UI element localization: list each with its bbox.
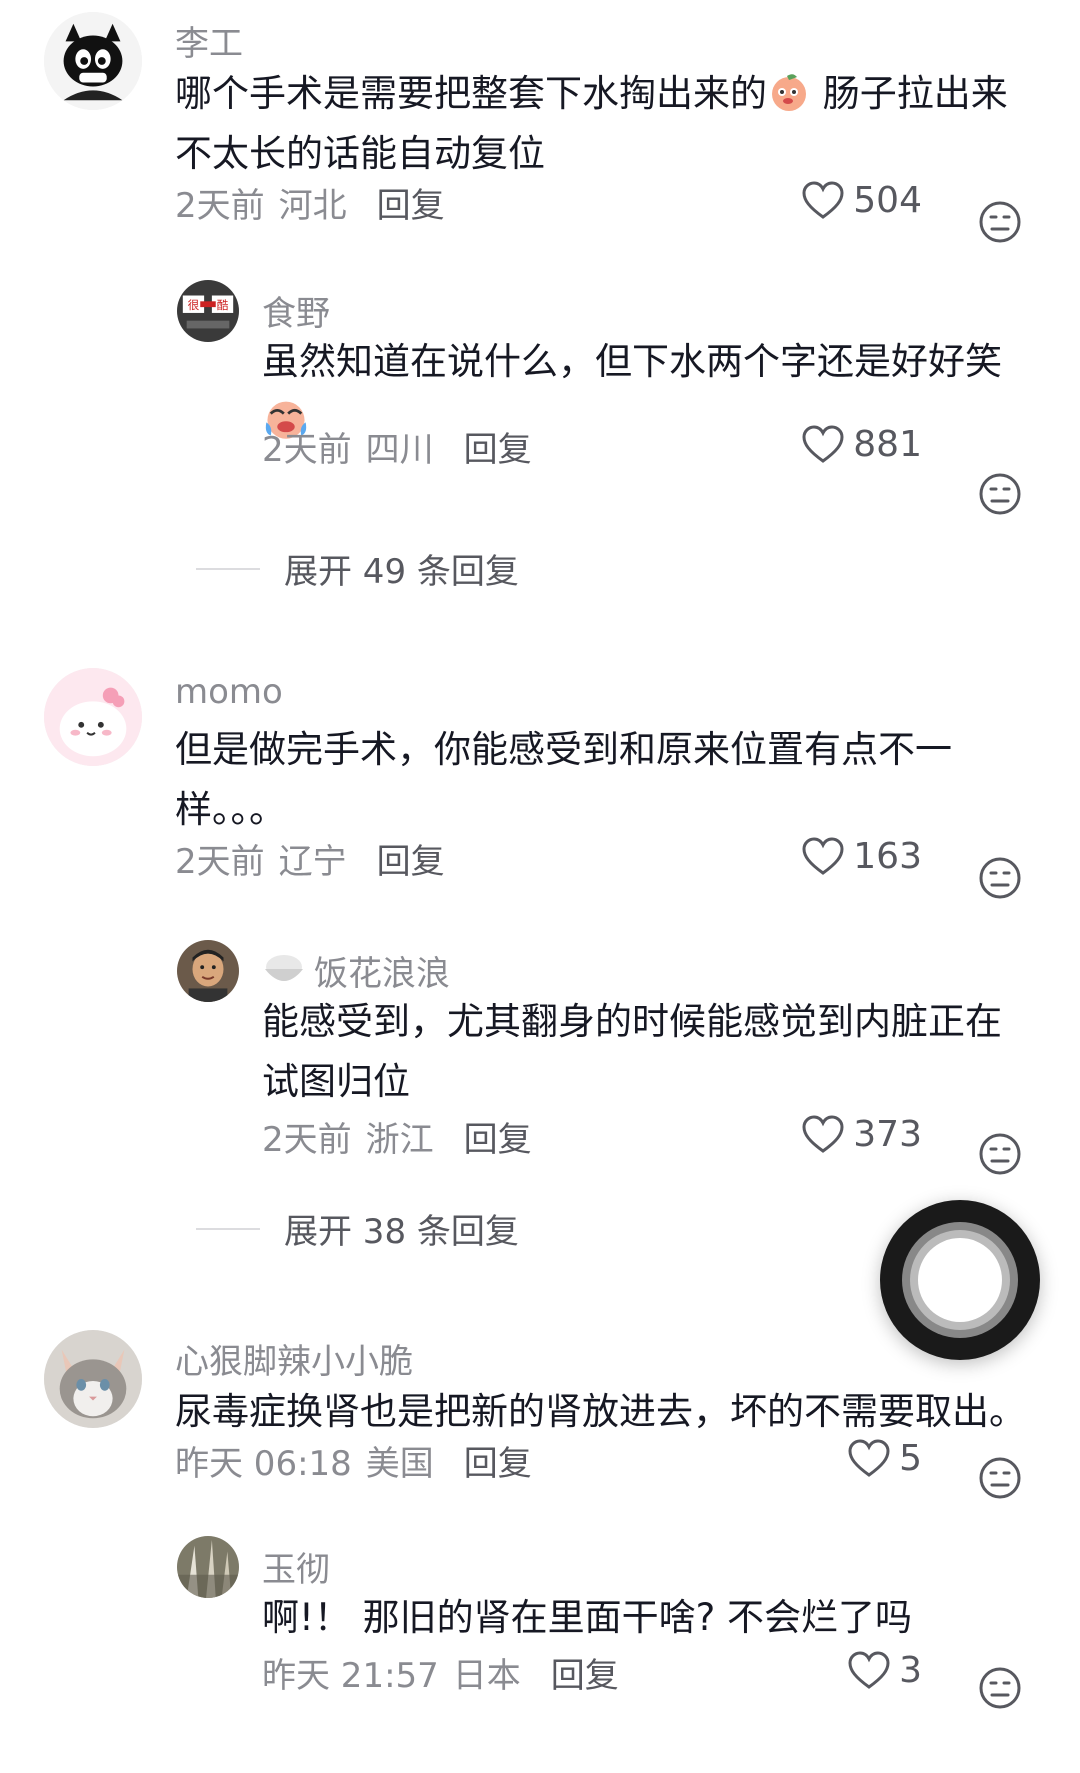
- heart-outline-icon: [848, 1650, 890, 1689]
- timestamp: 2天前: [175, 842, 265, 882]
- comment-meta: 昨天 06:18 美国 回复: [175, 1436, 532, 1485]
- reply-button[interactable]: 回复: [377, 834, 445, 883]
- like-count: 881: [853, 424, 922, 465]
- heart-outline-icon: [802, 424, 844, 463]
- comment-meta: 昨天 21:57 日本 回复: [262, 1648, 619, 1697]
- neutral-face-icon[interactable]: [978, 1132, 1022, 1176]
- timestamp: 昨天 06:18: [175, 1444, 352, 1484]
- heart-outline-icon: [802, 1114, 844, 1153]
- avatar[interactable]: [44, 12, 142, 110]
- heart-outline-icon: [802, 180, 844, 219]
- heart-outline-icon: [802, 836, 844, 875]
- comment-text-part: 哪个手术是需要把整套下水掏出来的: [175, 72, 767, 115]
- reply-button[interactable]: 回复: [464, 1436, 532, 1485]
- expand-replies-button[interactable]: 展开 49 条回复: [196, 544, 519, 593]
- neutral-face-icon[interactable]: [978, 472, 1022, 516]
- avatar-text: 很: [188, 298, 200, 312]
- timestamp: 2天前: [175, 186, 265, 226]
- divider-line: [196, 1227, 260, 1230]
- comment-text: 啊!！ 那旧的肾在里面干啥? 不会烂了吗: [262, 1596, 912, 1639]
- reply-button[interactable]: 回复: [464, 1112, 532, 1161]
- username[interactable]: 玉彻: [262, 1542, 330, 1591]
- reply-button[interactable]: 回复: [377, 178, 445, 227]
- neutral-face-icon[interactable]: [978, 200, 1022, 244]
- peach-emoji-icon: [772, 74, 806, 111]
- comment-text: 尿毒症换肾也是把新的肾放进去，坏的不需要取出。: [175, 1390, 1026, 1433]
- timestamp: 昨天 21:57: [262, 1656, 439, 1696]
- comment-meta: 2天前 辽宁 回复: [175, 834, 445, 883]
- comment-text: 能感受到，尤其翻身的时候能感觉到内脏正在 试图归位: [262, 1000, 1002, 1103]
- like-count: 5: [899, 1438, 922, 1479]
- like-button[interactable]: 881: [800, 424, 922, 465]
- neutral-face-icon[interactable]: [978, 1456, 1022, 1500]
- location: 日本: [452, 1656, 521, 1696]
- like-count: 373: [853, 1114, 922, 1155]
- location: 四川: [365, 430, 434, 470]
- rice-bowl-icon: [265, 954, 303, 981]
- expand-label: 展开 38 条回复: [284, 1212, 519, 1252]
- timestamp: 2天前: [262, 1120, 352, 1160]
- neutral-face-icon[interactable]: [978, 1666, 1022, 1710]
- comment-text: 哪个手术是需要把整套下水掏出来的 肠子拉出来 不太长的话能自动复位: [175, 64, 1035, 184]
- reply-button[interactable]: 回复: [464, 422, 532, 471]
- comment-meta: 2天前 河北 回复: [175, 178, 445, 227]
- comment-text: 但是做完手术，你能感受到和原来位置有点不一 样。。。: [175, 728, 952, 831]
- like-count: 3: [899, 1650, 922, 1691]
- like-count: 163: [853, 836, 922, 877]
- ring-core: [918, 1238, 1002, 1322]
- timestamp: 2天前: [262, 430, 352, 470]
- like-button[interactable]: 373: [800, 1114, 922, 1155]
- username[interactable]: 心狠脚辣小小脆: [175, 1334, 413, 1383]
- location: 河北: [278, 186, 347, 226]
- expand-label: 展开 49 条回复: [284, 552, 519, 592]
- avatar[interactable]: [177, 940, 239, 1002]
- avatar-text: 酷: [217, 298, 229, 312]
- heart-outline-icon: [848, 1438, 890, 1477]
- like-button[interactable]: 3: [800, 1650, 922, 1691]
- like-button[interactable]: 163: [800, 836, 922, 877]
- username-text: 饭花浪浪: [314, 954, 450, 994]
- comment-meta: 2天前 浙江 回复: [262, 1112, 532, 1161]
- location: 浙江: [365, 1120, 434, 1160]
- comment-text-part: 虽然知道在说什么，但下水两个字还是好好笑: [262, 340, 1002, 383]
- avatar[interactable]: [44, 1330, 142, 1428]
- like-button[interactable]: 5: [800, 1438, 922, 1479]
- username[interactable]: momo: [175, 672, 283, 712]
- username[interactable]: 食野: [262, 286, 330, 335]
- record-button-icon[interactable]: [880, 1200, 1040, 1360]
- username[interactable]: 李工: [175, 16, 243, 65]
- username[interactable]: 饭花浪浪: [262, 946, 450, 995]
- avatar[interactable]: 很 酷: [177, 280, 239, 342]
- like-button[interactable]: 504: [800, 180, 922, 221]
- location: 辽宁: [278, 842, 347, 882]
- neutral-face-icon[interactable]: [978, 856, 1022, 900]
- expand-replies-button[interactable]: 展开 38 条回复: [196, 1204, 519, 1253]
- location: 美国: [365, 1444, 434, 1484]
- avatar[interactable]: [44, 668, 142, 766]
- reply-button[interactable]: 回复: [551, 1648, 619, 1697]
- comment-meta: 2天前 四川 回复: [262, 422, 532, 471]
- avatar[interactable]: [177, 1536, 239, 1598]
- divider-line: [196, 567, 260, 570]
- like-count: 504: [853, 180, 922, 221]
